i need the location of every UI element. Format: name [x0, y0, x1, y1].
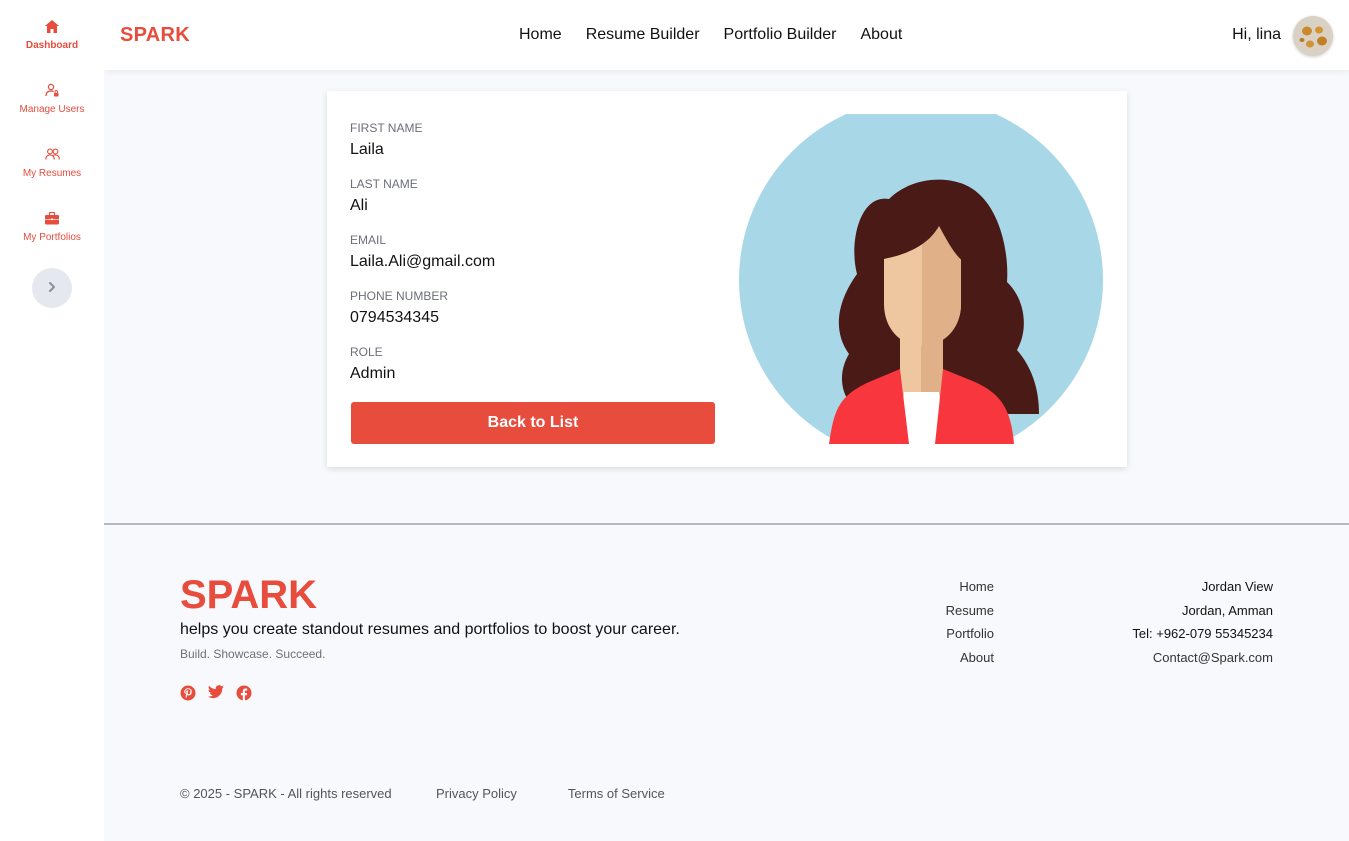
nav-home[interactable]: Home — [519, 26, 562, 44]
footer-link-resume[interactable]: Resume — [946, 599, 994, 623]
sidebar-item-my-portfolios[interactable]: My Portfolios — [0, 206, 104, 270]
contact-phone: Tel: +962-079 55345234 — [1132, 626, 1273, 641]
twitter-icon[interactable] — [208, 685, 224, 701]
back-to-list-button[interactable]: Back to List — [351, 402, 715, 444]
contact-address-line1: Jordan View — [1201, 579, 1273, 594]
user-lock-icon — [44, 82, 60, 98]
sidebar-item-my-resumes[interactable]: My Resumes — [0, 142, 104, 206]
copyright-text: © 2025 - SPARK - All rights reserved — [180, 786, 392, 801]
sidebar-item-manage-users[interactable]: Manage Users — [0, 78, 104, 142]
field-value: Admin — [350, 365, 396, 382]
sidebar-item-label: My Portfolios — [23, 232, 81, 243]
profile-avatar-illustration — [739, 114, 1103, 444]
home-icon — [44, 18, 60, 34]
footer-tagline: helps you create standout resumes and po… — [180, 621, 680, 638]
last-name-field: LAST NAME Ali — [350, 177, 418, 215]
briefcase-icon — [44, 210, 60, 226]
privacy-policy-link[interactable]: Privacy Policy — [436, 786, 517, 801]
facebook-icon[interactable] — [236, 685, 252, 701]
nav-portfolio-builder[interactable]: Portfolio Builder — [724, 26, 837, 44]
field-value: Ali — [350, 197, 368, 214]
contact-address-line2: Jordan, Amman — [1181, 602, 1273, 618]
field-label: LAST NAME — [350, 177, 418, 191]
footer-link-home[interactable]: Home — [946, 575, 994, 599]
footer-subtagline: Build. Showcase. Succeed. — [180, 647, 326, 661]
phone-number-field: PHONE NUMBER 0794534345 — [350, 289, 448, 327]
sidebar-item-label: Manage Users — [19, 104, 85, 115]
field-value: 0794534345 — [350, 309, 439, 326]
sidebar-item-label: Dashboard — [25, 40, 79, 51]
nav-about[interactable]: About — [860, 26, 902, 44]
field-label: FIRST NAME — [350, 121, 423, 135]
brand-logo[interactable]: SPARK — [120, 24, 190, 47]
email-field: EMAIL Laila.Ali@gmail.com — [350, 233, 495, 271]
top-navbar: SPARK Home Resume Builder Portfolio Buil… — [104, 0, 1349, 70]
footer-links: Home Resume Portfolio About — [946, 575, 994, 669]
field-label: PHONE NUMBER — [350, 289, 449, 303]
terms-of-service-link[interactable]: Terms of Service — [568, 786, 665, 801]
avatar[interactable] — [1293, 16, 1333, 56]
contact-email-link[interactable]: Contact@Spark.com — [1132, 646, 1273, 670]
user-greeting: Hi, lina — [1232, 26, 1281, 43]
field-label: ROLE — [350, 345, 383, 359]
footer-bottom: © 2025 - SPARK - All rights reserved Pri… — [180, 786, 716, 801]
field-value: Laila — [350, 141, 384, 158]
sidebar-toggle-button[interactable] — [32, 268, 72, 308]
footer-link-portfolio[interactable]: Portfolio — [946, 622, 994, 646]
main-nav: Home Resume Builder Portfolio Builder Ab… — [519, 26, 902, 44]
sidebar-item-label: My Resumes — [22, 168, 82, 179]
sidebar: Dashboard Manage Users My Resumes My Por… — [0, 0, 104, 841]
nav-resume-builder[interactable]: Resume Builder — [586, 26, 700, 44]
footer-link-about[interactable]: About — [946, 646, 994, 670]
role-field: ROLE Admin — [350, 345, 395, 383]
footer-brand: SPARK — [180, 573, 318, 617]
field-label: EMAIL — [350, 233, 387, 247]
chevron-right-icon — [48, 279, 56, 297]
user-detail-card: FIRST NAME Laila LAST NAME Ali EMAIL Lai… — [327, 91, 1127, 467]
field-value: Laila.Ali@gmail.com — [350, 253, 496, 270]
pinterest-icon[interactable] — [180, 685, 196, 701]
footer-contact: Jordan View Jordan, Amman Tel: +962-079 … — [1132, 575, 1273, 669]
first-name-field: FIRST NAME Laila — [350, 121, 422, 159]
users-icon — [44, 146, 60, 162]
sidebar-item-dashboard[interactable]: Dashboard — [0, 14, 104, 78]
footer: SPARK helps you create standout resumes … — [104, 523, 1349, 841]
social-links — [180, 685, 252, 701]
